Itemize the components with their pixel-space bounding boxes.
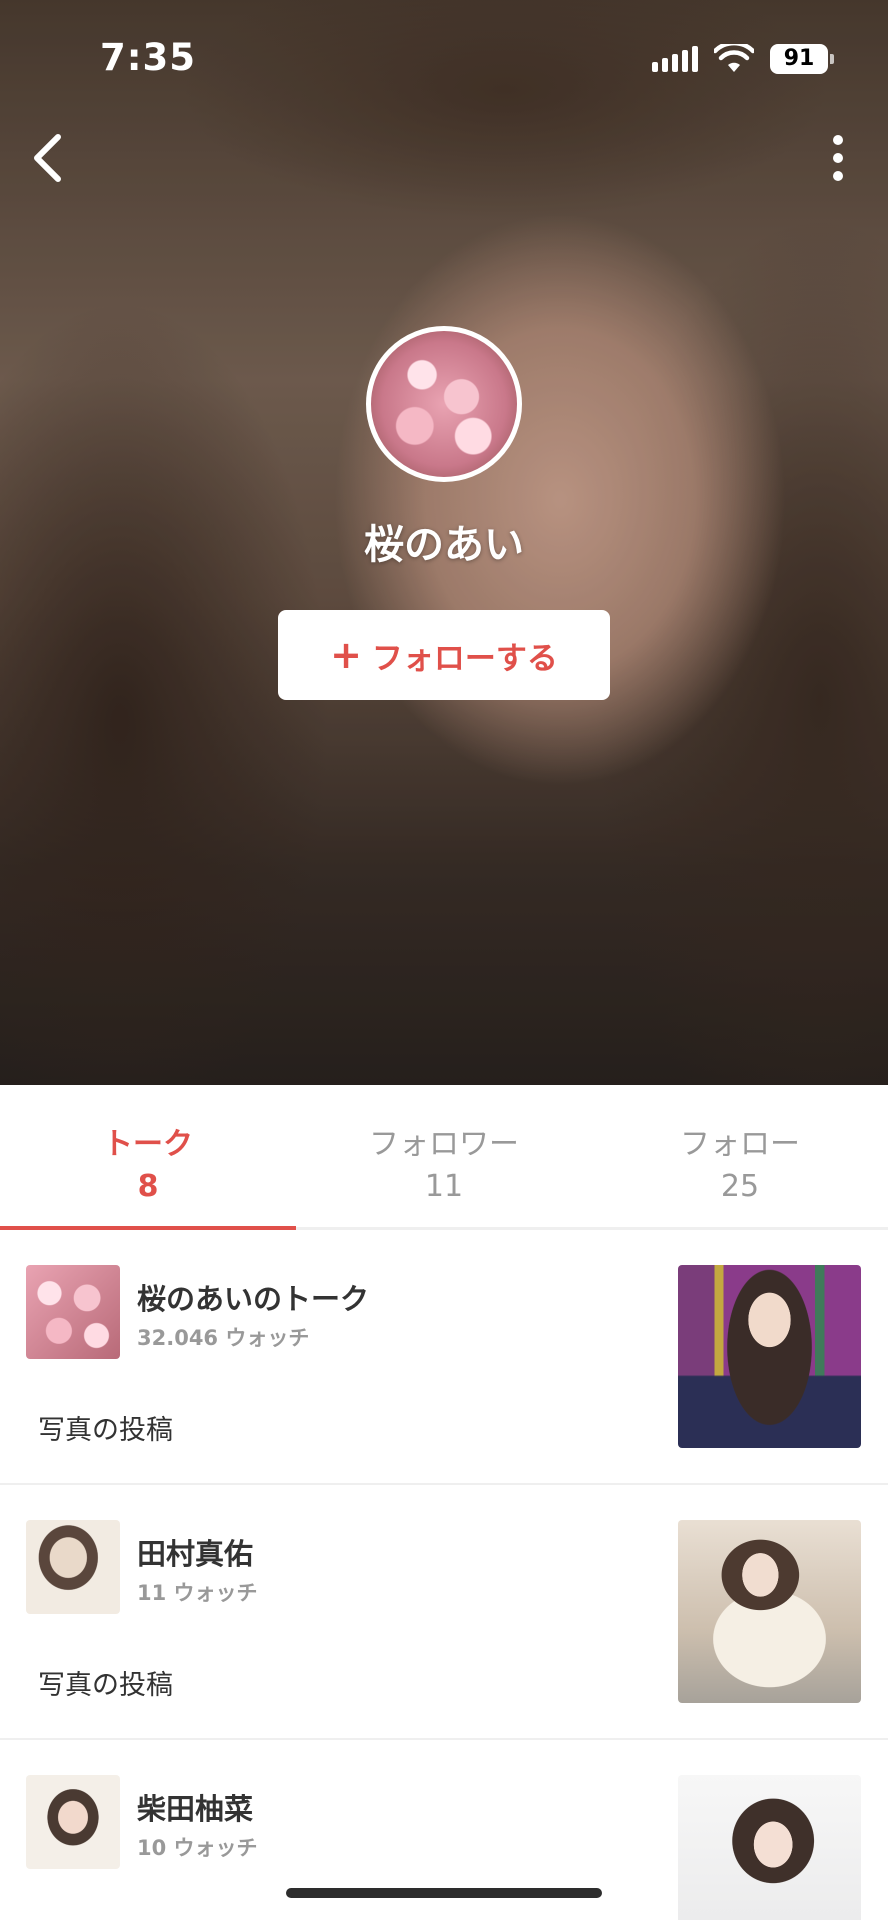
wifi-icon <box>714 44 754 72</box>
profile-header: 7:35 91 桜のあい + フォローする <box>0 0 888 1085</box>
post-photo[interactable] <box>678 1775 861 1920</box>
status-icons: 91 <box>652 44 834 74</box>
profile-tabs: トーク 8 フォロワー 11 フォロー 25 <box>0 1085 888 1230</box>
watch-count: 10 ウォッチ <box>137 1836 258 1860</box>
plus-icon: + <box>330 633 362 677</box>
talk-thumbnail <box>26 1520 120 1614</box>
talk-list: 桜のあいのトーク 32.046 ウォッチ 写真の投稿 田村真佑 11 ウォッチ … <box>0 1230 888 1920</box>
talk-thumbnail <box>26 1265 120 1359</box>
tab-label: フォロワー <box>369 1127 519 1162</box>
list-item[interactable]: 田村真佑 11 ウォッチ 写真の投稿 <box>0 1485 888 1740</box>
tab-following[interactable]: フォロー 25 <box>592 1085 888 1227</box>
post-photo[interactable] <box>678 1265 861 1448</box>
more-vertical-icon <box>833 135 843 181</box>
list-item[interactable]: 桜のあいのトーク 32.046 ウォッチ 写真の投稿 <box>0 1230 888 1485</box>
talk-title: 田村真佑 <box>137 1537 254 1571</box>
status-bar: 7:35 91 <box>0 0 888 120</box>
talk-description: 写真の投稿 <box>38 1670 173 1701</box>
post-photo[interactable] <box>678 1520 861 1703</box>
home-indicator <box>286 1888 602 1898</box>
talk-description: 写真の投稿 <box>38 1415 173 1446</box>
profile-avatar[interactable] <box>366 326 522 482</box>
watch-count: 11 ウォッチ <box>137 1581 258 1605</box>
tab-talk[interactable]: トーク 8 <box>0 1085 296 1230</box>
watch-count: 32.046 ウォッチ <box>137 1326 310 1350</box>
tab-count: 25 <box>720 1169 760 1204</box>
chevron-left-icon <box>34 134 61 182</box>
follow-button-label: フォローする <box>371 640 558 677</box>
tab-label: トーク <box>103 1127 193 1162</box>
tab-count: 8 <box>137 1169 159 1204</box>
tab-label: フォロー <box>680 1127 800 1162</box>
status-time: 7:35 <box>100 36 197 79</box>
cellular-signal-icon <box>652 46 698 72</box>
tab-count: 11 <box>424 1169 464 1204</box>
profile-name: 桜のあい <box>364 522 524 568</box>
back-button[interactable] <box>22 130 72 186</box>
talk-title: 桜のあいのトーク <box>137 1282 370 1316</box>
talk-title: 柴田柚菜 <box>137 1792 254 1826</box>
battery-icon: 91 <box>770 44 834 74</box>
talk-thumbnail <box>26 1775 120 1869</box>
follow-button[interactable]: + フォローする <box>278 610 610 700</box>
more-options-button[interactable] <box>818 128 858 188</box>
tab-followers[interactable]: フォロワー 11 <box>296 1085 592 1227</box>
